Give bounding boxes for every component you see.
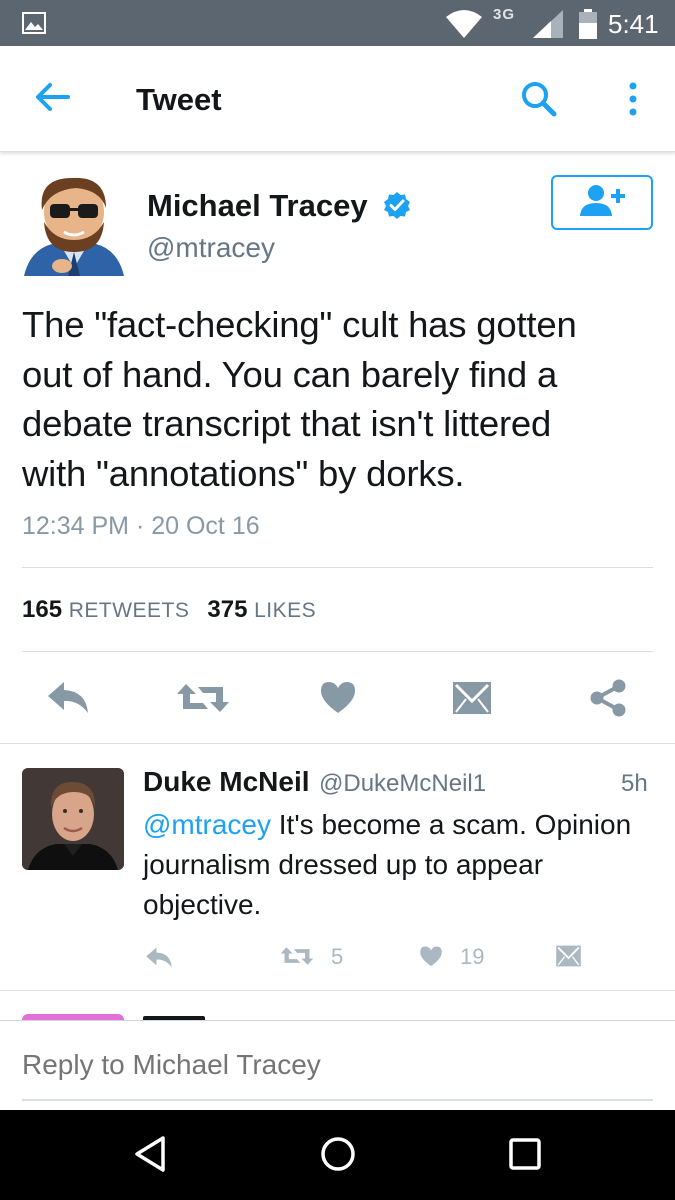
reply-text: @mtracey It's become a scam. Opinion jou… xyxy=(143,805,643,925)
more-vertical-icon[interactable] xyxy=(624,80,642,123)
search-icon[interactable] xyxy=(520,80,558,123)
reply-composer-bar xyxy=(0,1020,675,1110)
mention-link[interactable]: @mtracey xyxy=(143,809,271,840)
system-nav-bar xyxy=(0,1110,675,1200)
reply-like-count: 19 xyxy=(460,944,485,969)
divider xyxy=(0,990,675,991)
reply-input-underline xyxy=(22,1099,653,1101)
follow-button[interactable] xyxy=(551,175,653,230)
page-title: Tweet xyxy=(136,82,222,117)
battery-icon xyxy=(578,9,598,44)
divider xyxy=(0,743,675,744)
tweet-text-line: debate transcript that isn't littered xyxy=(22,403,552,444)
add-user-icon xyxy=(578,183,626,222)
network-type: 3G xyxy=(493,6,516,23)
heart-icon[interactable] xyxy=(419,945,443,972)
tweet-stats: 165 RETWEETS 375 LIKES xyxy=(22,596,316,624)
message-icon[interactable] xyxy=(555,945,582,972)
wifi-icon xyxy=(445,9,483,44)
share-icon[interactable] xyxy=(588,678,628,723)
tweet-text-line: The "fact-checking" cult has gotten xyxy=(22,304,577,345)
likes-count: 375 xyxy=(207,596,248,623)
reply-retweet-count: 5 xyxy=(331,944,344,969)
reply-icon[interactable] xyxy=(46,680,90,719)
retweets-label: RETWEETS xyxy=(68,599,190,622)
divider xyxy=(22,651,653,652)
divider xyxy=(22,567,653,568)
home-circle-icon[interactable] xyxy=(319,1135,357,1178)
tweet-timestamp: 12:34 PM · 20 Oct 16 xyxy=(22,512,260,540)
retweets-stat[interactable]: 165 RETWEETS xyxy=(22,596,189,623)
reply-author-name[interactable]: Duke McNeil xyxy=(143,766,310,798)
app-header: Tweet xyxy=(0,46,675,152)
tweet-text: The "fact-checking" cult has gotten out … xyxy=(22,300,652,498)
gallery-icon xyxy=(22,12,46,39)
retweet-icon[interactable] xyxy=(280,946,314,971)
tweet-text-line: with "annotations" by dorks. xyxy=(22,452,465,494)
tweet-text-line: out of hand. You can barely find a xyxy=(22,353,558,395)
clock: 5:41 xyxy=(608,9,659,39)
reply-icon[interactable] xyxy=(145,946,173,973)
reply-author-handle[interactable]: @DukeMcNeil1 xyxy=(319,770,486,798)
back-triangle-icon[interactable] xyxy=(133,1135,167,1178)
author-handle[interactable]: @mtracey xyxy=(147,232,275,264)
likes-label: LIKES xyxy=(254,599,317,622)
verified-badge-icon xyxy=(383,191,411,224)
back-arrow-icon[interactable] xyxy=(34,82,70,117)
reply-time: 5h xyxy=(621,770,648,797)
retweet-icon[interactable] xyxy=(176,682,230,719)
author-name[interactable]: Michael Tracey xyxy=(147,188,368,224)
heart-icon[interactable] xyxy=(319,680,357,719)
status-bar: 3G 5:41 xyxy=(0,0,675,46)
next-tweet-name-cutoff xyxy=(143,1013,205,1020)
author-avatar[interactable] xyxy=(22,172,126,276)
likes-stat[interactable]: 375 LIKES xyxy=(207,596,316,623)
recents-square-icon[interactable] xyxy=(507,1135,543,1178)
reply-input[interactable] xyxy=(22,1049,652,1081)
message-icon[interactable] xyxy=(452,681,492,720)
reply-avatar[interactable] xyxy=(22,768,124,870)
retweets-count: 165 xyxy=(22,596,63,623)
signal-icon xyxy=(531,10,565,43)
